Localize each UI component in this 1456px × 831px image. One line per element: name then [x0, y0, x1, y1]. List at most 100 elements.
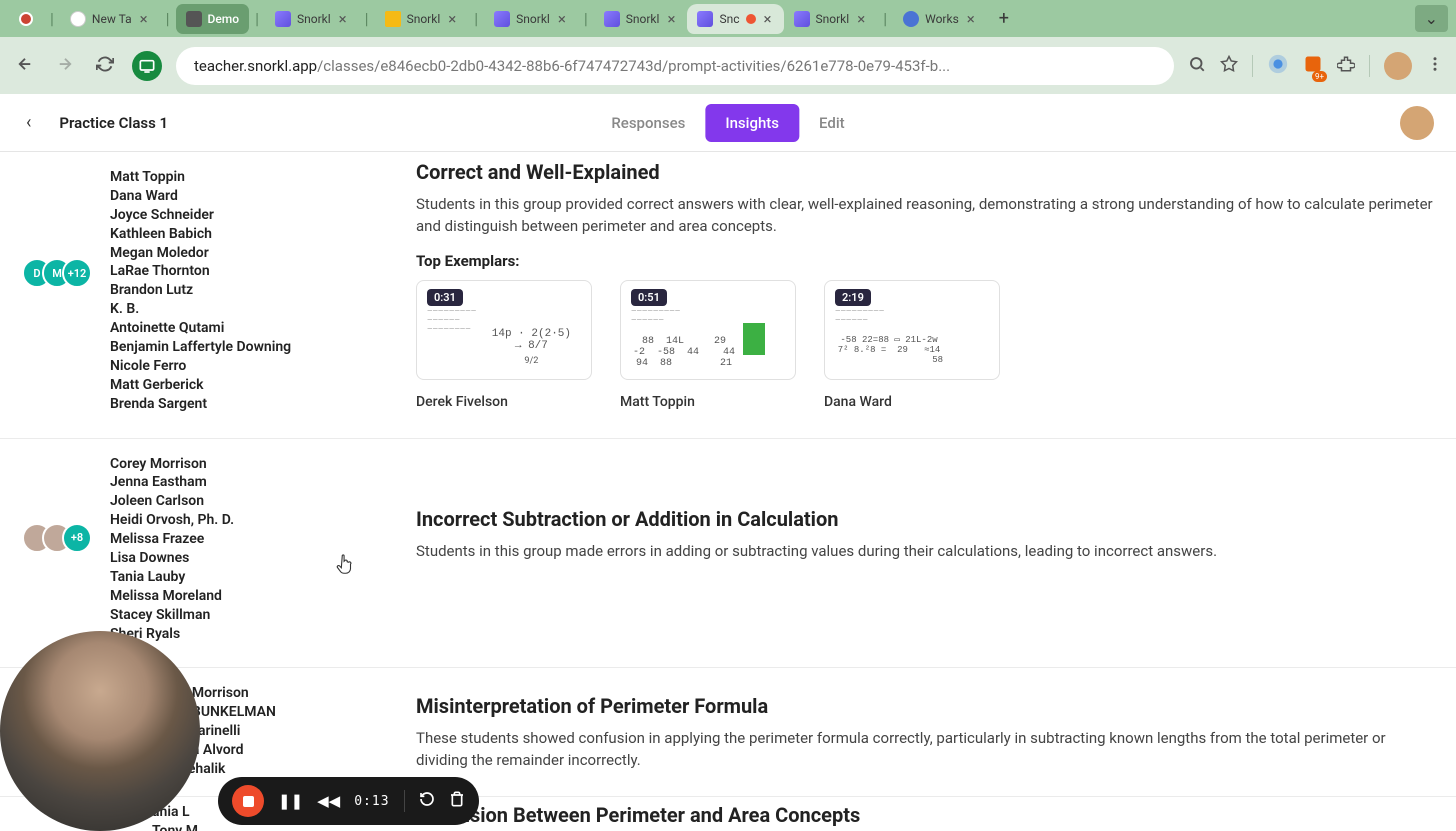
- student-name: Tony M: [152, 822, 198, 831]
- pause-button[interactable]: ❚❚: [278, 792, 303, 810]
- student-name: Jenna Eastham: [110, 473, 234, 492]
- student-name: Brandon Lutz: [110, 281, 291, 300]
- restart-button[interactable]: [419, 791, 435, 811]
- chrome-icon: [70, 11, 86, 27]
- forward-button[interactable]: [52, 51, 78, 81]
- snorkl-icon: [794, 11, 810, 27]
- avatar-overflow[interactable]: +12: [62, 258, 92, 288]
- close-icon[interactable]: ×: [138, 10, 150, 28]
- close-icon[interactable]: ×: [337, 10, 349, 28]
- stop-recording-button[interactable]: [232, 785, 264, 817]
- close-icon[interactable]: ×: [446, 10, 458, 28]
- snorkl-icon: [697, 11, 713, 27]
- tabs-overflow-button[interactable]: ⌄: [1415, 5, 1448, 32]
- browser-tab-8[interactable]: Works ×: [893, 4, 987, 34]
- close-icon[interactable]: ×: [762, 10, 774, 28]
- close-icon[interactable]: ×: [855, 10, 867, 28]
- screen-share-button[interactable]: [132, 51, 162, 81]
- student-name: Joleen Carlson: [110, 492, 234, 511]
- tab-responses[interactable]: Responses: [591, 104, 705, 142]
- delete-button[interactable]: [449, 791, 465, 811]
- exemplars-row: 0:31 ——————————————————————— 14p · 2(2·5…: [416, 280, 1434, 410]
- student-name: Brenda Sargent: [110, 395, 291, 414]
- demo-icon: [186, 11, 202, 27]
- insight-description: These students showed confusion in apply…: [416, 728, 1434, 772]
- close-icon[interactable]: ×: [665, 10, 677, 28]
- extension-icon-2[interactable]: [1303, 54, 1323, 78]
- insights-content[interactable]: D M +12 Matt Toppin Dana Ward Joyce Schn…: [0, 152, 1456, 831]
- reload-button[interactable]: [92, 51, 118, 81]
- student-name: Stacey Skillman: [110, 606, 234, 625]
- close-icon[interactable]: ×: [556, 10, 568, 28]
- address-bar[interactable]: teacher.snorkl.app/classes/e846ecb0-2db0…: [176, 47, 1174, 85]
- exemplar-card[interactable]: 2:19 ——————————————— -58 22=88 ▭ 21L-2w7…: [824, 280, 1000, 410]
- back-button[interactable]: [12, 51, 38, 81]
- browser-tab-2[interactable]: Snorkl ×: [265, 4, 359, 34]
- insight-title: Confusion Between Perimeter and Area Con…: [416, 803, 1434, 827]
- recording-dot-icon: [746, 14, 756, 24]
- rewind-button[interactable]: ◀◀: [317, 792, 340, 810]
- browser-tab-6-active[interactable]: Snc ×: [687, 4, 783, 34]
- insight-group-incorrect-math: +8 Corey Morrison Jenna Eastham Joleen C…: [0, 439, 1456, 669]
- tab-edit[interactable]: Edit: [799, 104, 865, 142]
- header-tabs: Responses Insights Edit: [591, 104, 864, 142]
- student-name: Matt Gerberick: [110, 376, 291, 395]
- toolbar-icons: [1188, 55, 1238, 77]
- workspace-icon: [903, 11, 919, 27]
- student-name: Benjamin Laffertyle Downing: [110, 338, 291, 357]
- exemplar-card[interactable]: 0:31 ——————————————————————— 14p · 2(2·5…: [416, 280, 592, 410]
- student-name: Kathleen Babich: [110, 225, 291, 244]
- app-header: ‹ Practice Class 1 Responses Insights Ed…: [0, 94, 1456, 152]
- extensions-icon[interactable]: [1337, 55, 1355, 77]
- recording-indicator: [8, 12, 44, 26]
- exemplar-card[interactable]: 0:51 ——————————————— 88 14L 29-2 -58 44 …: [620, 280, 796, 410]
- exemplar-label: Top Exemplars:: [416, 252, 1434, 270]
- avatar-overflow[interactable]: +8: [62, 523, 92, 553]
- student-list: Matt Toppin Dana Ward Joyce Schneider Ka…: [110, 168, 291, 414]
- browser-tab-1[interactable]: Demo: [176, 4, 250, 34]
- browser-tab-3[interactable]: Snorkl ×: [375, 4, 469, 34]
- browser-tab-5[interactable]: Snorkl ×: [594, 4, 688, 34]
- student-name: Tania Lauby: [110, 568, 234, 587]
- insight-group-correct: D M +12 Matt Toppin Dana Ward Joyce Schn…: [0, 152, 1456, 439]
- nav-bar: teacher.snorkl.app/classes/e846ecb0-2db0…: [0, 37, 1456, 94]
- browser-tab-4[interactable]: Snorkl ×: [484, 4, 578, 34]
- profile-avatar[interactable]: [1384, 52, 1412, 80]
- webcam-bubble[interactable]: [0, 631, 200, 831]
- tab-insights[interactable]: Insights: [705, 104, 799, 142]
- page-title: Practice Class 1: [59, 114, 168, 132]
- highlight-box: [743, 323, 765, 355]
- video-duration: 2:19: [835, 289, 871, 306]
- bookmark-icon[interactable]: [1220, 55, 1238, 77]
- video-duration: 0:51: [631, 289, 667, 306]
- url-host: teacher.snorkl.app: [194, 57, 317, 75]
- student-name: Matt Toppin: [110, 168, 291, 187]
- snorkl-icon: [604, 11, 620, 27]
- student-name: Megan Moledor: [110, 244, 291, 263]
- exemplar-name: Dana Ward: [824, 394, 1000, 410]
- insight-description: Students in this group made errors in ad…: [416, 541, 1434, 563]
- snorkl-icon: [275, 11, 291, 27]
- student-name: Antoinette Qutami: [110, 319, 291, 338]
- menu-icon[interactable]: [1426, 55, 1444, 77]
- browser-tab-7[interactable]: Snorkl ×: [784, 4, 878, 34]
- avatar-stack: +8: [22, 455, 92, 644]
- avatar-stack: D M +12: [22, 168, 92, 414]
- student-name: Melissa Frazee: [110, 530, 234, 549]
- browser-tab-0[interactable]: New Ta ×: [60, 4, 160, 34]
- close-icon[interactable]: ×: [965, 10, 977, 28]
- search-icon[interactable]: [1188, 55, 1206, 77]
- tab-bar: | New Ta × | Demo | Snorkl × | Snorkl × …: [0, 0, 1456, 37]
- back-arrow-button[interactable]: ‹: [22, 108, 35, 137]
- student-name: Corey Morrison: [110, 455, 234, 474]
- exemplar-name: Matt Toppin: [620, 394, 796, 410]
- url-path: /classes/e846ecb0-2db0-4342-88b6-6f74747…: [317, 57, 950, 75]
- browser-chrome: | New Ta × | Demo | Snorkl × | Snorkl × …: [0, 0, 1456, 94]
- new-tab-button[interactable]: +: [987, 8, 1021, 29]
- insight-title: Correct and Well-Explained: [416, 160, 1434, 184]
- extension-icon-1[interactable]: [1267, 53, 1289, 79]
- recording-time: 0:13: [354, 794, 389, 809]
- student-list: Corey Morrison Jenna Eastham Joleen Carl…: [110, 455, 234, 644]
- snorkl-icon: [494, 11, 510, 27]
- user-avatar[interactable]: [1400, 106, 1434, 140]
